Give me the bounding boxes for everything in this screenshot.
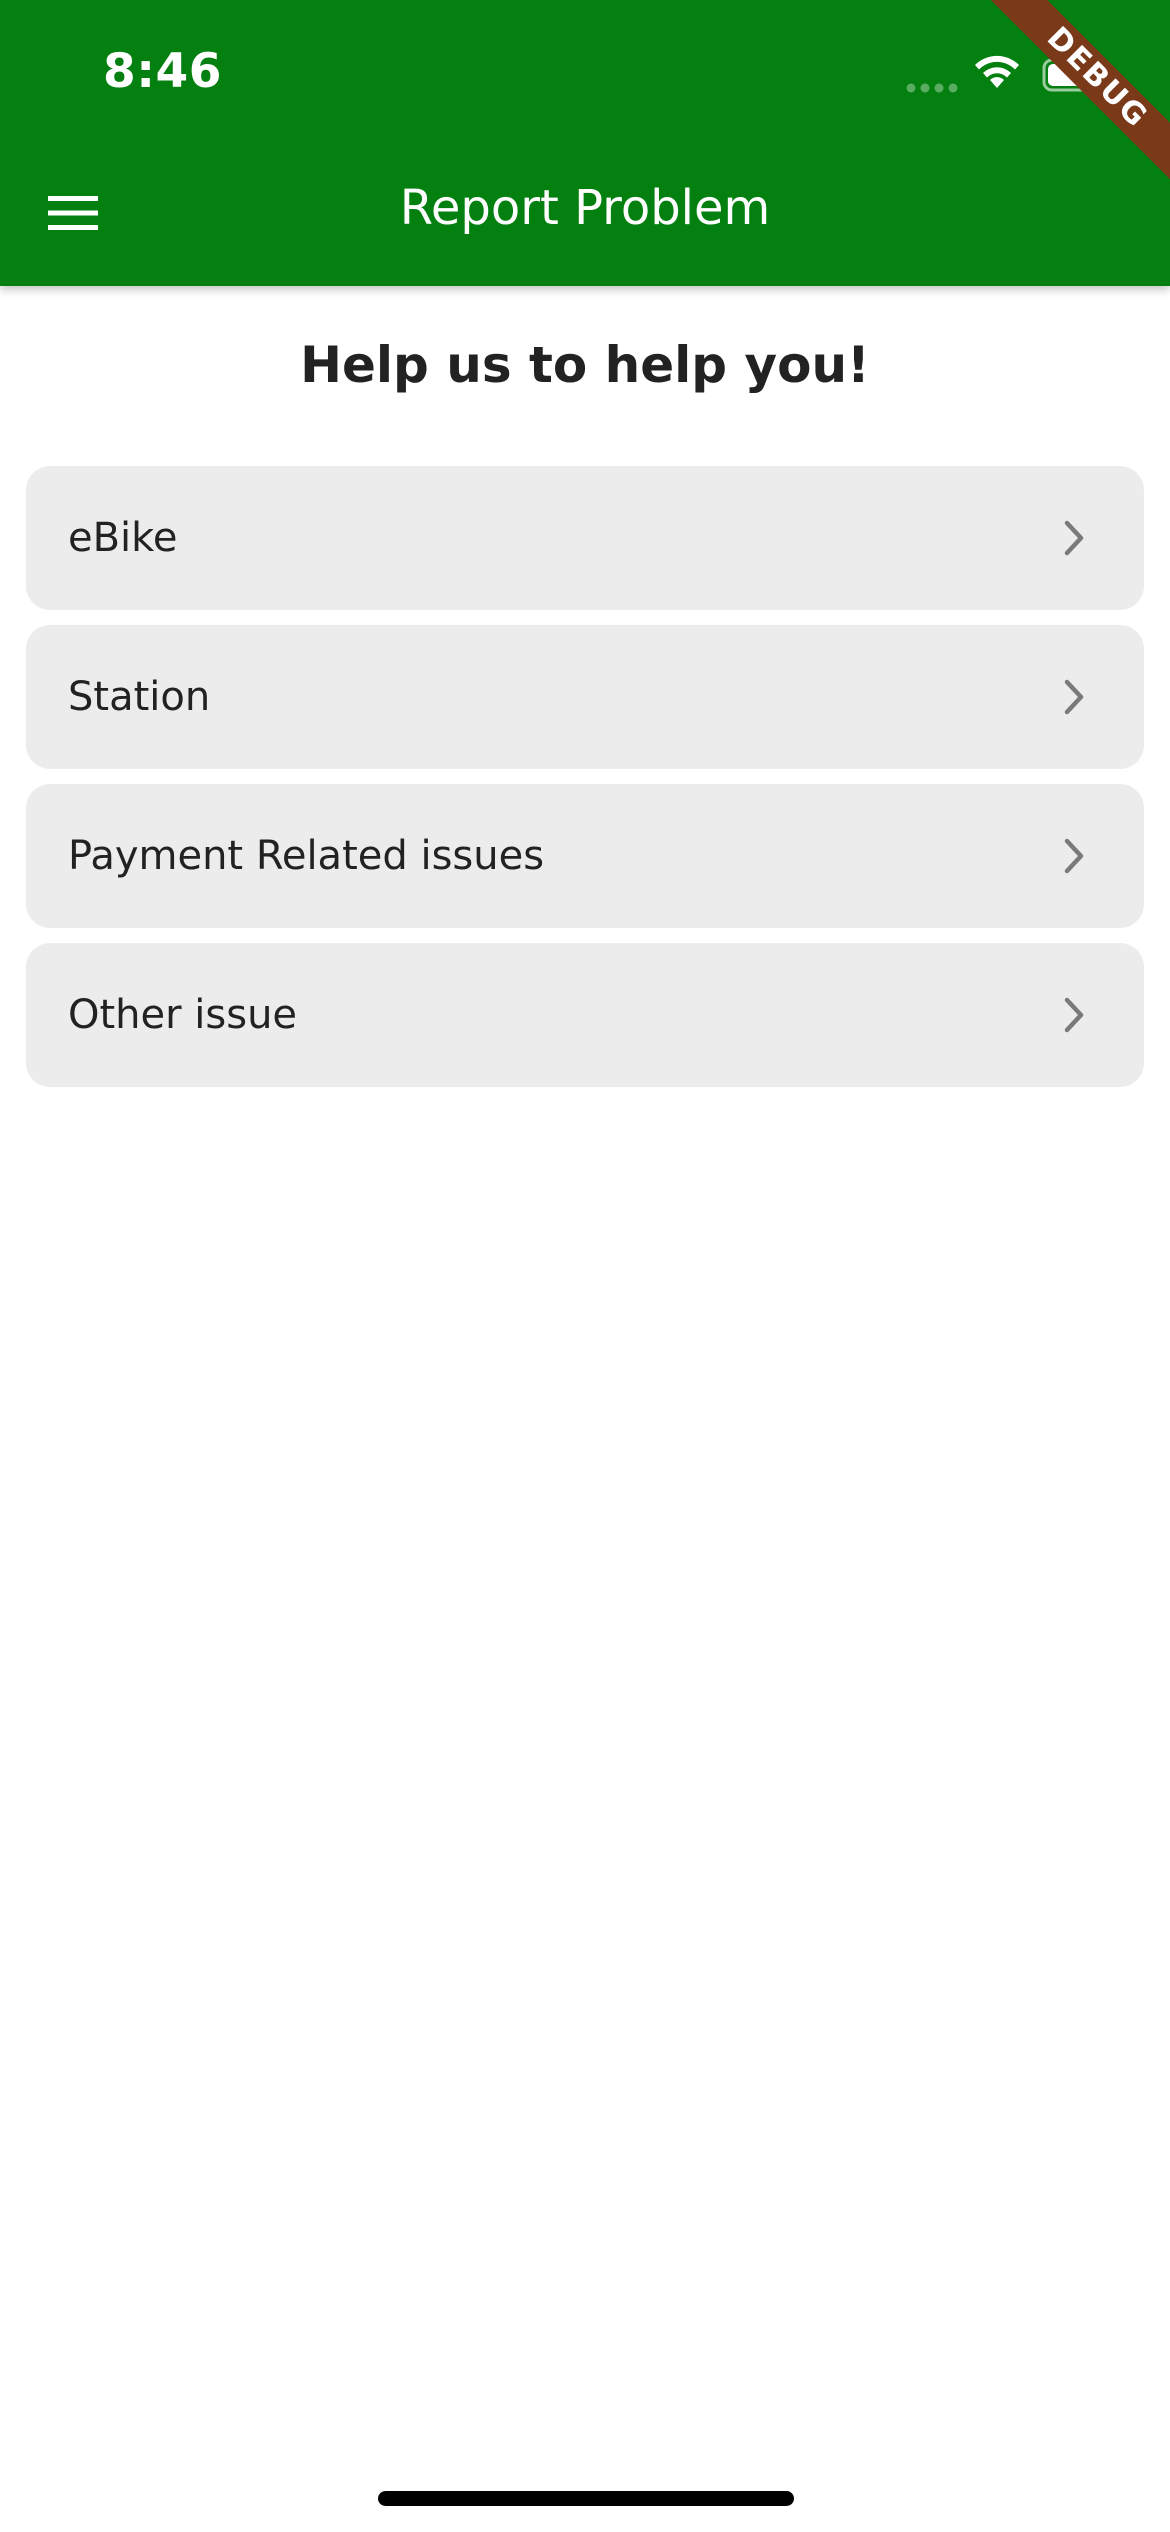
chevron-right-icon	[1060, 836, 1090, 876]
help-heading: Help us to help you!	[300, 336, 870, 394]
status-bar-time: 8:46	[103, 44, 222, 99]
category-label: Station	[68, 674, 211, 720]
category-label: Payment Related issues	[68, 833, 545, 879]
category-item-ebike[interactable]: eBike	[26, 466, 1144, 610]
home-indicator[interactable]	[378, 2491, 794, 2506]
page-title: Report Problem	[399, 180, 771, 236]
battery-icon	[1042, 58, 1108, 92]
category-item-other[interactable]: Other issue	[26, 943, 1144, 1087]
report-problem-screen: 8:46 Report Problem DEBUG Help us to hel…	[0, 0, 1170, 2532]
chevron-right-icon	[1060, 677, 1090, 717]
category-label: Other issue	[68, 992, 298, 1038]
cellular-signal-icon	[906, 83, 958, 93]
app-bar: 8:46 Report Problem	[0, 0, 1170, 286]
category-item-payment[interactable]: Payment Related issues	[26, 784, 1144, 928]
chevron-right-icon	[1060, 995, 1090, 1035]
problem-category-list: eBike Station Payment Related issues Oth…	[26, 466, 1144, 1102]
category-label: eBike	[68, 515, 178, 561]
wifi-icon	[975, 55, 1019, 88]
category-item-station[interactable]: Station	[26, 625, 1144, 769]
chevron-right-icon	[1060, 518, 1090, 558]
